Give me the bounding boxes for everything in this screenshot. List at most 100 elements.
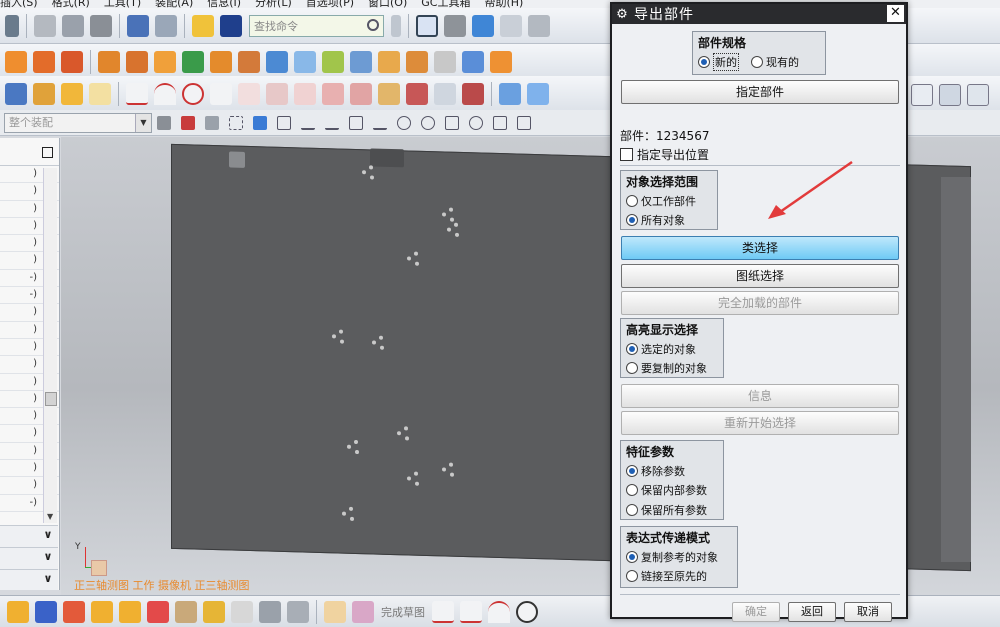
dimension-icon[interactable] [35,600,57,623]
radio-keep-all-params[interactable]: 保留所有参数 [626,500,718,520]
finish-sketch-label[interactable]: 完成草图 [381,604,425,620]
snap-control-icon[interactable] [325,116,339,130]
navigator-scrollbar[interactable]: ▼ [43,168,57,523]
undo-icon[interactable] [127,14,149,37]
selection-scope-select[interactable]: 整个装配 ▼ [4,112,152,133]
render-style-icon[interactable] [444,14,466,37]
bridge-curve-icon[interactable] [406,82,428,105]
menu-item[interactable]: 信息(I) [207,0,241,8]
close-icon[interactable]: ✕ [887,5,904,22]
chamfer-icon[interactable] [266,50,288,73]
snap-endpoint-icon[interactable] [277,115,291,130]
project-curve-icon[interactable] [378,82,400,105]
fully-loaded-parts-button[interactable]: 完全加载的部件 [621,291,899,315]
sketch-icon[interactable] [324,600,346,623]
helix-icon[interactable] [322,82,344,105]
navigator-section-details[interactable]: ∨ [0,547,58,569]
radio-objects-to-copy[interactable]: 要复制的对象 [626,359,718,379]
hole-icon[interactable] [98,50,120,73]
ok-button[interactable]: 确定 [732,602,780,622]
radio-remove-params[interactable]: 移除参数 [626,461,718,481]
class-selection-button[interactable]: 类选择 [621,236,899,260]
pattern-curve-icon[interactable] [259,600,281,623]
radio-copy-referenced[interactable]: 复制参考的对象 [626,547,732,567]
dropdown-icon[interactable] [391,14,401,37]
cut-icon[interactable] [34,14,56,37]
line-icon[interactable] [460,600,482,623]
link-curves-icon[interactable] [203,600,225,623]
mirror-icon[interactable] [490,50,512,73]
mesh-surface-icon[interactable] [434,82,456,105]
pattern-icon[interactable] [462,50,484,73]
datum-csys-icon[interactable] [182,50,204,73]
polygon-icon[interactable] [238,82,260,105]
trim-body-icon[interactable] [350,50,372,73]
menu-item[interactable]: 格式(R) [52,0,90,8]
measure-icon[interactable] [939,84,961,106]
menu-item[interactable]: GC工具箱 [421,0,470,8]
revolve-icon[interactable] [61,50,83,73]
snap-point-icon[interactable] [397,115,411,130]
text-icon[interactable] [89,82,111,105]
menu-item[interactable]: 帮助(H) [484,0,523,8]
point-icon[interactable] [210,82,232,105]
gear-icon[interactable]: ⚙ [614,6,630,22]
offset-curve-icon[interactable] [350,82,372,105]
select-rect-icon[interactable] [205,115,219,130]
drafting-icon[interactable] [911,84,933,106]
snap-intersection-icon[interactable] [349,115,363,130]
section-view-icon[interactable] [967,84,989,106]
snap-on-curve-icon[interactable] [517,115,531,130]
split-body-icon[interactable] [378,50,400,73]
drawing-selection-button[interactable]: 图纸选择 [621,264,899,288]
menu-item[interactable]: 分析(L) [255,0,292,8]
snap-midpoint-icon[interactable] [301,116,315,130]
sketch-icon[interactable] [5,50,27,73]
info-window-icon[interactable] [220,14,242,37]
copy-icon[interactable] [5,14,19,37]
back-button[interactable]: 返回 [788,602,836,622]
auto-constrain-icon[interactable] [119,600,141,623]
offset-sketch-icon[interactable] [231,600,253,623]
surface-icon[interactable] [499,82,521,105]
command-search-input[interactable]: 查找命令 [249,14,384,37]
line-icon[interactable] [126,82,148,105]
navigator-section-dependents[interactable]: ∨ [0,525,58,547]
radio-selected-objects[interactable]: 选定的对象 [626,339,718,359]
show-constraints-icon[interactable] [91,600,113,623]
offset-face-icon[interactable] [406,50,428,73]
profile-icon[interactable] [432,600,454,623]
menu-item[interactable]: 插入(S) [0,0,38,8]
through-curves-icon[interactable] [527,82,549,105]
scrollbar-thumb[interactable] [45,392,57,406]
snap-center-icon[interactable] [421,115,435,130]
scale-body-icon[interactable] [434,50,456,73]
cube-view-icon[interactable] [287,600,309,623]
snap-quadrant-icon[interactable] [469,115,483,130]
specify-part-button[interactable]: 指定部件 [621,80,899,104]
scroll-down-icon[interactable]: ▼ [47,512,53,521]
arc-icon[interactable] [488,600,510,623]
circle-icon[interactable] [182,82,204,105]
menu-item[interactable]: 工具(T) [104,0,141,8]
dialog-titlebar[interactable]: ⚙ 导出部件 ✕ [612,4,906,24]
radio-all-objects[interactable]: 所有对象 [626,211,712,231]
boss-icon[interactable] [126,50,148,73]
paste-icon[interactable] [90,14,112,37]
redo-icon[interactable] [155,14,177,37]
menu-item[interactable]: 窗口(O) [368,0,407,8]
radio-new-part[interactable]: 新的 [698,52,739,72]
intersect-icon[interactable] [61,82,83,105]
filter-icon[interactable] [181,115,195,130]
radio-keep-internal-params[interactable]: 保留内部参数 [626,481,718,501]
fit-view-icon[interactable] [416,14,438,37]
repeat-command-icon[interactable] [192,14,214,37]
snap-icon[interactable] [157,115,171,130]
radio-link-original[interactable]: 链接至原先的 [626,567,732,587]
copy-icon[interactable] [62,14,84,37]
curve-analysis-icon[interactable] [462,82,484,105]
cancel-button[interactable]: 取消 [844,602,892,622]
menu-item[interactable]: 首选项(P) [306,0,354,8]
orient-view-icon[interactable] [472,14,494,37]
unite-icon[interactable] [5,82,27,105]
